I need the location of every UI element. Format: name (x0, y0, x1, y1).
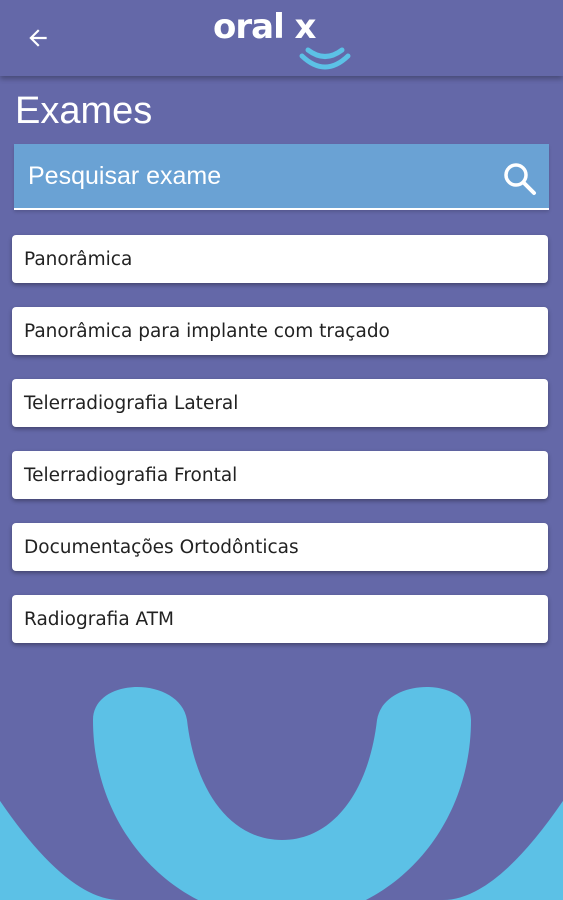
exam-label: Radiografia ATM (24, 608, 175, 630)
search-input[interactable] (14, 144, 484, 208)
arrow-left-icon (29, 29, 47, 47)
exam-label: Panorâmica (24, 248, 133, 270)
exam-list-item[interactable]: Panorâmica para implante com traçado (12, 307, 548, 355)
exam-list-item[interactable]: Documentações Ortodônticas (12, 523, 548, 571)
exam-list-item[interactable]: Radiografia ATM (12, 595, 548, 643)
search-bar (14, 144, 549, 210)
logo-text: oral x (213, 7, 317, 47)
exam-list: Panorâmica Panorâmica para implante com … (12, 235, 548, 667)
oralx-logo: oral x (213, 7, 351, 70)
back-button[interactable] (14, 14, 62, 62)
exam-label: Telerradiografia Lateral (24, 392, 239, 414)
page-title: Exames (15, 90, 153, 132)
exam-label: Panorâmica para implante com traçado (24, 320, 390, 342)
app-bar: oral x (0, 0, 563, 76)
exam-list-item[interactable]: Panorâmica (12, 235, 548, 283)
search-icon[interactable] (501, 160, 537, 196)
exam-label: Documentações Ortodônticas (24, 536, 299, 558)
exam-list-item[interactable]: Telerradiografia Frontal (12, 451, 548, 499)
exam-label: Telerradiografia Frontal (24, 464, 238, 486)
exam-list-item[interactable]: Telerradiografia Lateral (12, 379, 548, 427)
